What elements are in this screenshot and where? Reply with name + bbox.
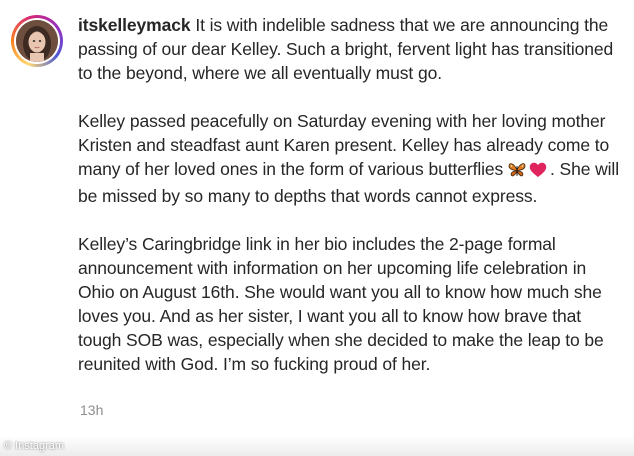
comment-caption: itskelleymack It is with indelible sadne… bbox=[78, 13, 622, 400]
avatar[interactable] bbox=[16, 20, 58, 62]
butterfly-icon bbox=[508, 160, 526, 184]
username-link[interactable]: itskelleymack bbox=[78, 15, 191, 35]
caption-paragraph-3: Kelley’s Caringbridge link in her bio in… bbox=[78, 232, 622, 376]
avatar-photo bbox=[16, 20, 58, 62]
image-credit: © Instagram bbox=[4, 440, 64, 452]
instagram-comment: itskelleymack It is with indelible sadne… bbox=[0, 0, 634, 456]
caption-paragraph-2: Kelley passed peacefully on Saturday eve… bbox=[78, 109, 622, 208]
caption-paragraph-1: itskelleymack It is with indelible sadne… bbox=[78, 13, 622, 85]
avatar-story-ring[interactable] bbox=[11, 15, 63, 67]
red-heart-icon bbox=[529, 160, 547, 184]
credit-bar bbox=[0, 436, 634, 456]
credit-label: Instagram bbox=[15, 440, 65, 452]
caption-text-4: Kelley’s Caringbridge link in her bio in… bbox=[78, 234, 604, 374]
copyright-icon: © bbox=[4, 440, 13, 452]
comment-timestamp[interactable]: 13h bbox=[80, 402, 103, 418]
